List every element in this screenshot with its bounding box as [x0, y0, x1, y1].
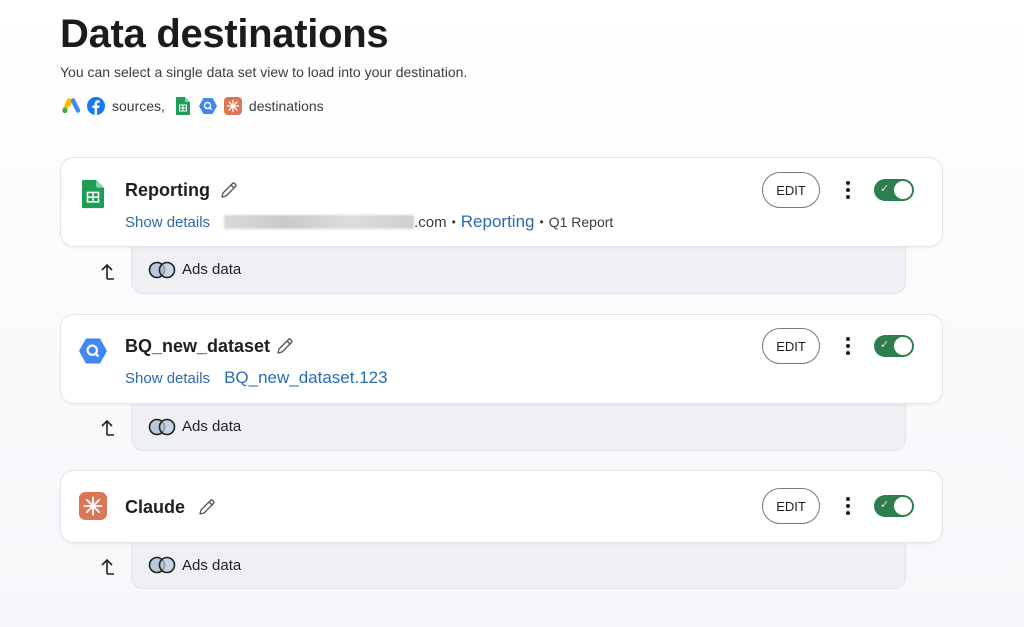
destination-card-bq-new-dataset: BQ_new_dataset Show details BQ_new_datas…: [60, 314, 943, 404]
separator-dot: •: [539, 215, 544, 229]
tab-name: Q1 Report: [548, 214, 614, 230]
source-label: Ads data: [182, 556, 242, 574]
destination-name: Reporting: [125, 180, 210, 200]
enable-toggle[interactable]: ✓: [874, 495, 914, 517]
edit-name-pencil-icon[interactable]: [275, 336, 295, 356]
claude-icon: [79, 492, 107, 520]
facebook-icon: [87, 97, 105, 115]
source-row: Ads data: [131, 542, 906, 589]
ads-data-icon: [148, 261, 176, 278]
more-options-icon[interactable]: [842, 495, 854, 517]
destination-details: Show details .com • Reporting • Q1 Repor…: [125, 212, 613, 232]
return-arrow-icon: [101, 419, 114, 436]
edit-name-pencil-icon[interactable]: [197, 497, 217, 517]
show-details-link[interactable]: Show details: [125, 214, 210, 231]
source-label: Ads data: [182, 418, 242, 435]
edit-name-pencil-icon[interactable]: [219, 180, 239, 200]
connector-legend: sources, destinations: [62, 96, 333, 116]
google-ads-icon: [62, 97, 80, 115]
sheet-name-link[interactable]: Reporting: [461, 212, 535, 232]
claude-icon: [223, 97, 242, 115]
check-icon: ✓: [880, 499, 890, 511]
destination-name: Claude: [125, 497, 186, 517]
source-row: Ads data: [131, 403, 906, 451]
page-subtitle: You can select a single data set view to…: [60, 64, 468, 80]
source-row: Ads data: [131, 246, 906, 294]
toggle-knob: [894, 337, 912, 355]
toggle-knob: [894, 181, 912, 199]
more-options-icon[interactable]: [842, 335, 854, 357]
return-arrow-icon: [101, 263, 114, 280]
destination-card-claude: Claude EDIT ✓: [60, 470, 943, 543]
enable-toggle[interactable]: ✓: [874, 179, 914, 201]
separator-dot: •: [451, 215, 456, 229]
edit-button[interactable]: EDIT: [762, 172, 820, 208]
check-icon: ✓: [880, 339, 890, 351]
ads-data-icon: [148, 418, 176, 435]
account-suffix: .com: [414, 213, 447, 231]
destination-name: BQ_new_dataset: [125, 336, 271, 356]
more-options-icon[interactable]: [842, 179, 854, 201]
google-sheets-icon: [79, 179, 107, 209]
page-title: Data destinations: [60, 12, 389, 56]
bigquery-icon: [198, 97, 217, 115]
toggle-knob: [894, 497, 912, 515]
enable-toggle[interactable]: ✓: [874, 335, 914, 357]
destinations-label: destinations: [248, 98, 324, 114]
return-arrow-icon: [101, 558, 114, 575]
destination-card-reporting: Reporting Show details .com • Reporting …: [60, 157, 943, 247]
bigquery-icon: [79, 337, 107, 365]
sources-label: sources,: [112, 98, 165, 114]
google-sheets-icon: [174, 97, 192, 115]
dataset-ref-link[interactable]: BQ_new_dataset.123: [224, 368, 388, 388]
source-label: Ads data: [182, 261, 242, 278]
show-details-link[interactable]: Show details: [125, 370, 210, 387]
edit-button[interactable]: EDIT: [762, 488, 820, 524]
destination-details: Show details BQ_new_dataset.123: [125, 368, 388, 388]
check-icon: ✓: [880, 183, 890, 195]
redacted-email: [224, 215, 415, 229]
ads-data-icon: [148, 556, 176, 574]
edit-button[interactable]: EDIT: [762, 328, 820, 364]
